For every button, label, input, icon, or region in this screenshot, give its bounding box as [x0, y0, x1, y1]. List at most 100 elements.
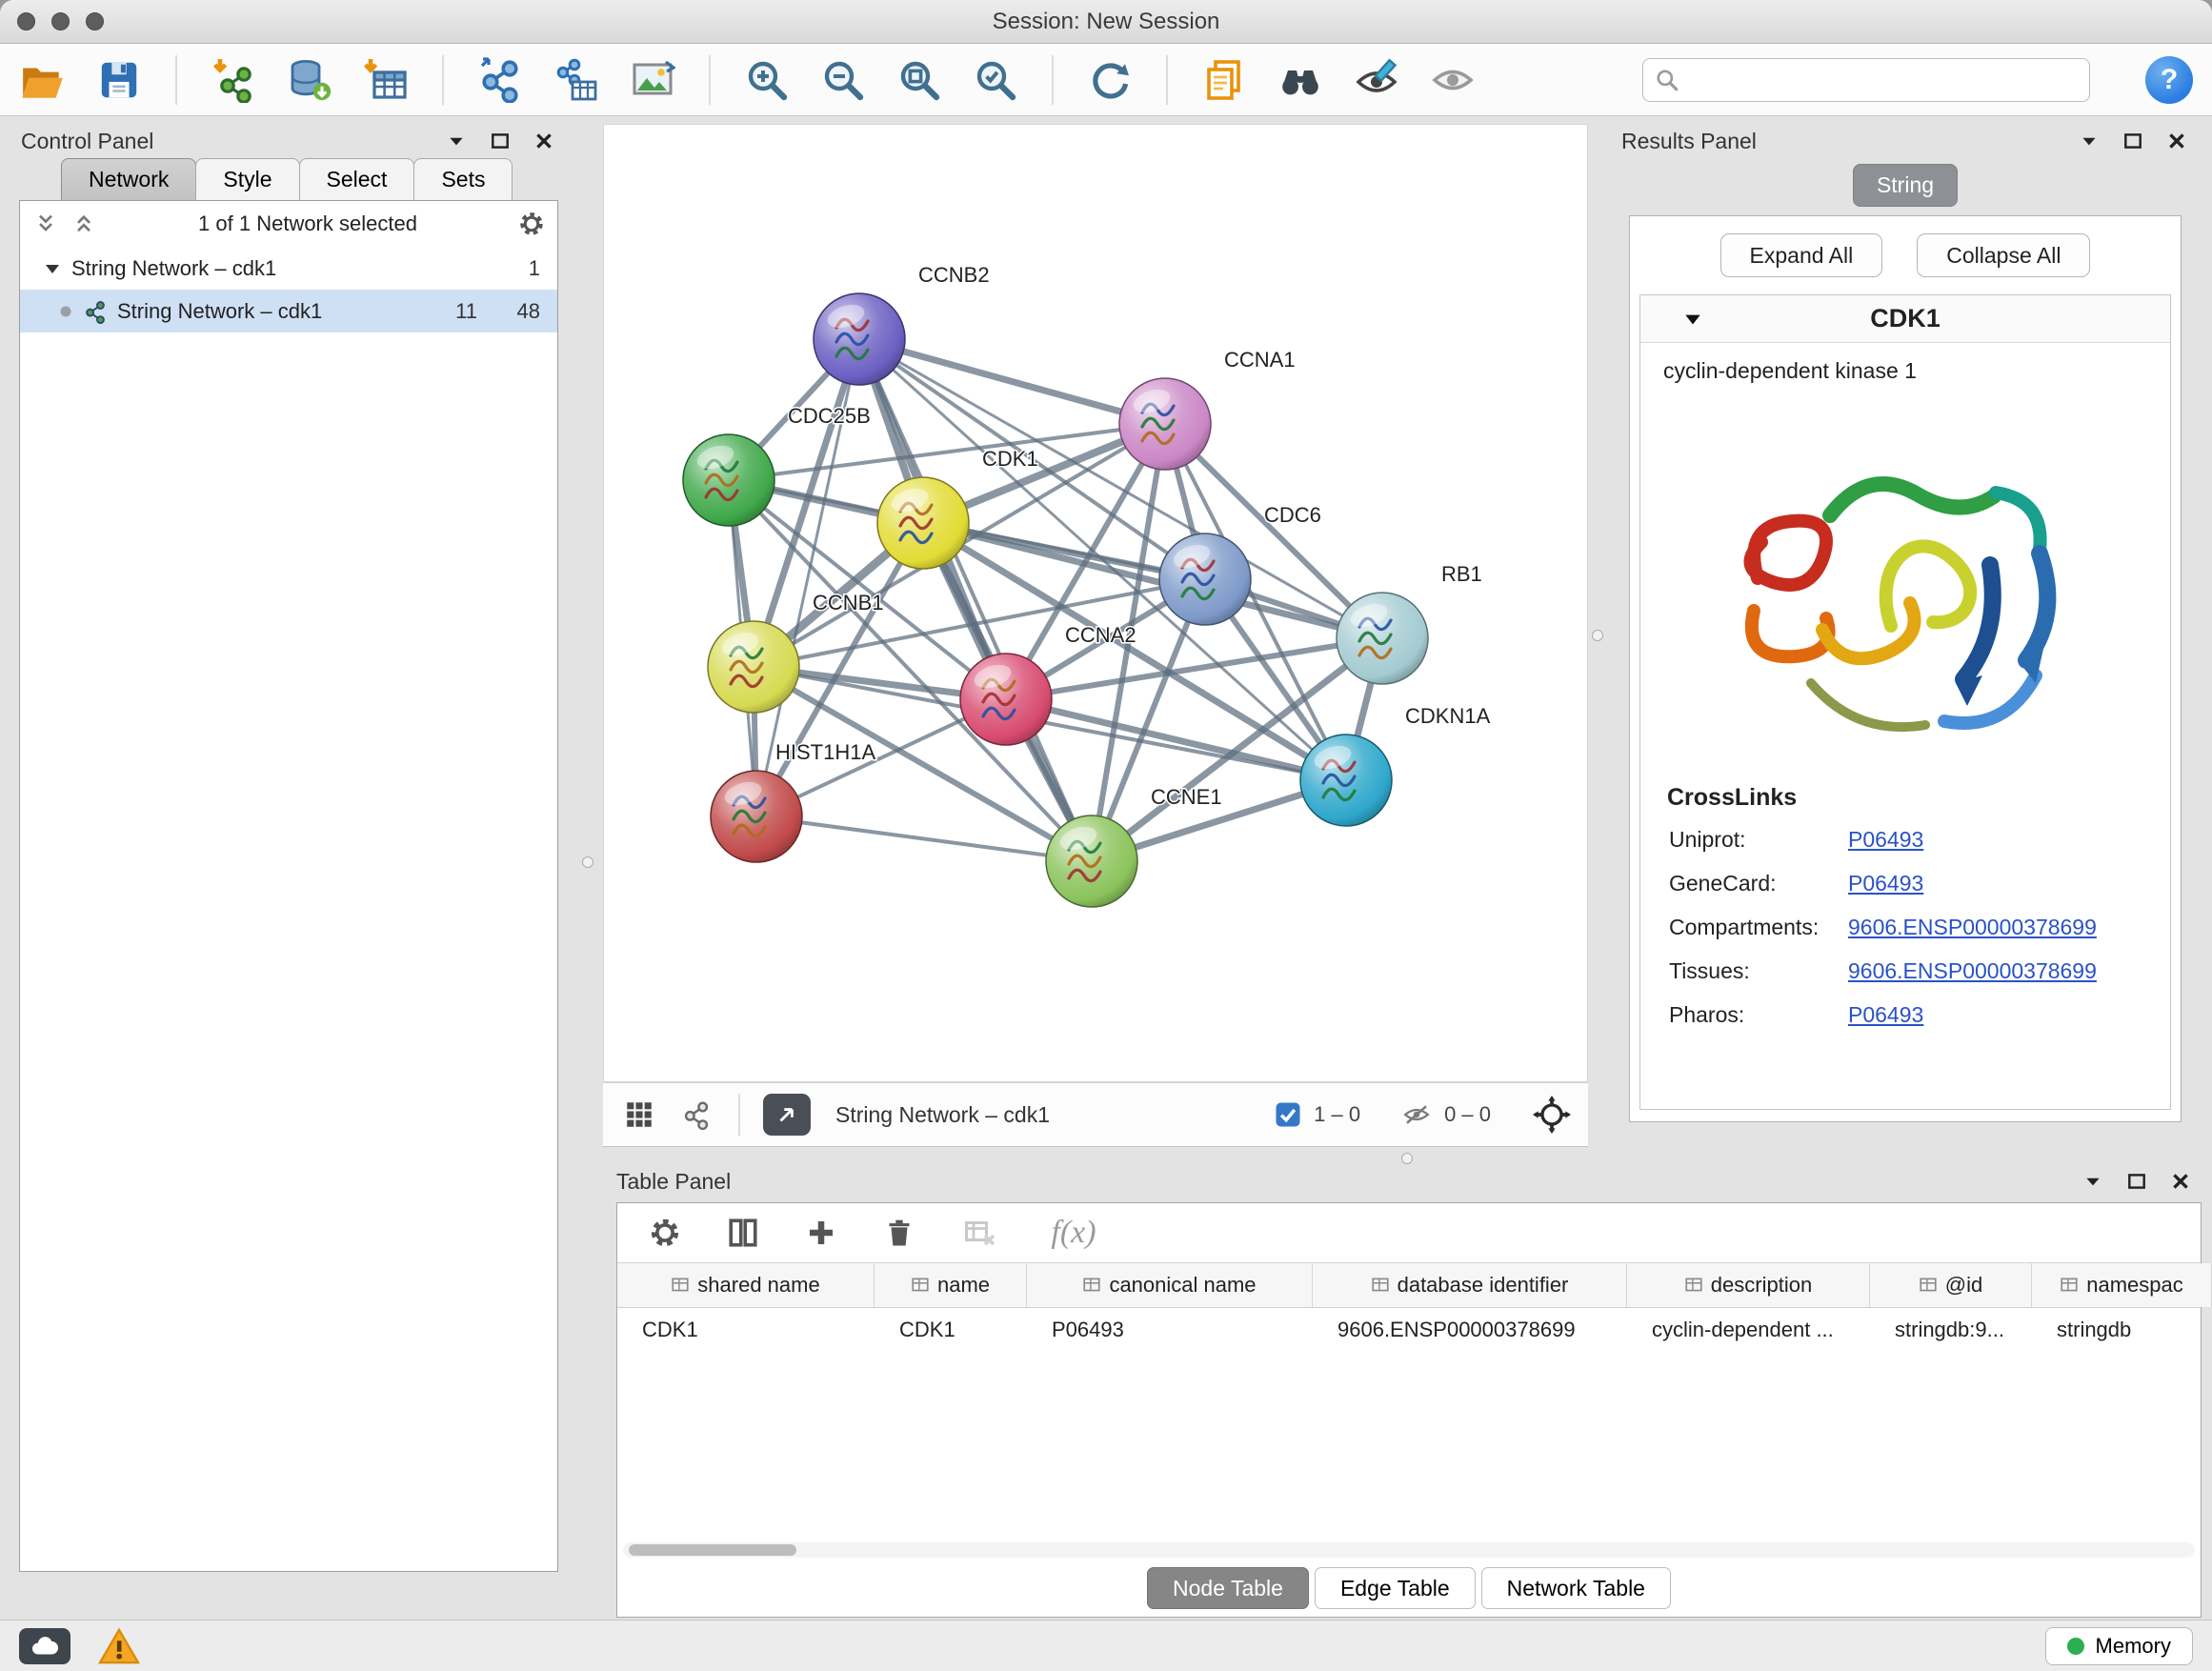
table-cell[interactable]: CDK1	[875, 1308, 1027, 1352]
table-cell[interactable]: P06493	[1027, 1308, 1313, 1352]
crosshair-move-icon[interactable]	[1533, 1096, 1571, 1134]
collapse-all-networks-button[interactable]	[71, 211, 96, 236]
node-label: CDC25B	[788, 404, 871, 428]
close-panel-button[interactable]	[2168, 1169, 2193, 1194]
table-row[interactable]: CDK1CDK1P064939606.ENSP00000378699cyclin…	[617, 1308, 2201, 1352]
close-panel-button[interactable]	[532, 129, 556, 153]
crosslink-link[interactable]: 9606.ENSP00000378699	[1848, 915, 2097, 940]
tab-string[interactable]: String	[1853, 164, 1958, 207]
splitter-handle[interactable]	[582, 856, 593, 868]
show-columns-button[interactable]	[724, 1214, 762, 1252]
network-canvas[interactable]: CCNB2CCNA1CDC25BCDK1CDC6RB1CCNB1CCNA2CDK…	[603, 124, 1588, 1082]
column-header-description[interactable]: description	[1627, 1263, 1870, 1307]
network-node-rb1[interactable]	[1337, 593, 1428, 684]
network-node-ccna1[interactable]	[1119, 378, 1211, 470]
apply-layout-button[interactable]	[1086, 56, 1134, 104]
zoom-fit-button[interactable]	[895, 56, 943, 104]
table-options-button[interactable]	[646, 1214, 684, 1252]
network-node-cdk1[interactable]	[877, 477, 969, 569]
tab-select[interactable]: Select	[299, 158, 415, 200]
tab-network[interactable]: Network	[61, 158, 196, 200]
import-network-from-file-button[interactable]	[210, 56, 257, 104]
column-header-database-identifier[interactable]: database identifier	[1313, 1263, 1627, 1307]
expand-all-networks-button[interactable]	[33, 211, 58, 236]
tab-sets[interactable]: Sets	[413, 158, 513, 200]
delete-column-button[interactable]	[880, 1214, 918, 1252]
crosslink-row: Uniprot:P06493	[1640, 817, 2170, 861]
memory-button[interactable]: Memory	[2045, 1627, 2193, 1665]
network-row[interactable]: String Network – cdk1 11 48	[20, 290, 557, 332]
collapse-panel-button[interactable]	[444, 129, 469, 153]
network-options-button[interactable]	[519, 211, 544, 236]
network-node-ccne1[interactable]	[1046, 815, 1137, 907]
section-expander-triangle-icon[interactable]	[1682, 309, 1703, 330]
import-network-from-database-button[interactable]	[286, 56, 333, 104]
collapse-panel-button[interactable]	[2077, 129, 2101, 153]
network-node-cdkn1a[interactable]	[1300, 735, 1392, 826]
zoom-in-button[interactable]	[743, 56, 791, 104]
table-cell[interactable]: CDK1	[617, 1308, 875, 1352]
expand-all-button[interactable]: Expand All	[1720, 233, 1883, 277]
hide-annotations-button[interactable]	[1353, 56, 1400, 104]
network-edge[interactable]	[756, 816, 1092, 861]
column-header--id[interactable]: @id	[1870, 1263, 2032, 1307]
open-session-button[interactable]	[19, 56, 67, 104]
float-panel-button[interactable]	[2124, 1169, 2149, 1194]
horizontal-scrollbar[interactable]	[623, 1542, 2195, 1558]
function-builder-button[interactable]: f(x)	[1040, 1212, 1107, 1254]
create-column-button[interactable]	[802, 1214, 840, 1252]
tab-node-table[interactable]: Node Table	[1147, 1567, 1309, 1609]
network-overview-button[interactable]	[677, 1096, 715, 1134]
table-cell[interactable]: cyclin-dependent ...	[1627, 1308, 1870, 1352]
collapse-all-button[interactable]: Collapse All	[1917, 233, 2090, 277]
selected-checkbox-icon[interactable]	[1274, 1100, 1302, 1129]
cloud-status-button[interactable]	[19, 1628, 70, 1664]
export-image-button[interactable]	[629, 56, 676, 104]
save-session-button[interactable]	[95, 56, 143, 104]
expander-triangle-icon[interactable]	[43, 259, 62, 278]
hidden-eye-icon[interactable]	[1400, 1100, 1433, 1129]
splitter-handle[interactable]	[1592, 630, 1603, 641]
birdseye-view-button[interactable]	[620, 1096, 658, 1134]
zoom-out-button[interactable]	[819, 56, 867, 104]
zoom-selected-button[interactable]	[972, 56, 1019, 104]
table-cell[interactable]: stringdb:9...	[1870, 1308, 2032, 1352]
splitter-handle[interactable]	[1401, 1153, 1413, 1164]
tab-edge-table[interactable]: Edge Table	[1315, 1567, 1476, 1609]
import-table-button[interactable]	[362, 56, 410, 104]
column-header-name[interactable]: name	[875, 1263, 1027, 1307]
float-panel-button[interactable]	[2121, 129, 2145, 153]
clone-network-button[interactable]	[476, 56, 524, 104]
help-button[interactable]: ?	[2145, 56, 2193, 104]
network-collection-row[interactable]: String Network – cdk1 1	[20, 247, 557, 290]
network-node-cdc25b[interactable]	[683, 434, 774, 526]
network-node-cdc6[interactable]	[1159, 534, 1251, 625]
search-network-button[interactable]	[1277, 56, 1324, 104]
crosslink-link[interactable]: 9606.ENSP00000378699	[1848, 958, 2097, 984]
tab-network-table[interactable]: Network Table	[1481, 1567, 1671, 1609]
network-node-ccna2[interactable]	[960, 654, 1052, 745]
column-header-shared-name[interactable]: shared name	[617, 1263, 875, 1307]
search-input[interactable]	[1687, 68, 2078, 92]
network-node-hist1h1a[interactable]	[711, 771, 802, 862]
export-network-view-button[interactable]	[763, 1094, 811, 1136]
crosslink-link[interactable]: P06493	[1848, 1002, 1923, 1028]
float-panel-button[interactable]	[488, 129, 513, 153]
tab-style[interactable]: Style	[195, 158, 299, 200]
crosslink-link[interactable]: P06493	[1848, 871, 1923, 896]
scrollbar-thumb[interactable]	[629, 1544, 796, 1556]
close-panel-button[interactable]	[2164, 129, 2189, 153]
crosslink-link[interactable]: P06493	[1848, 827, 1923, 853]
table-cell[interactable]: 9606.ENSP00000378699	[1313, 1308, 1627, 1352]
network-node-ccnb2[interactable]	[814, 293, 905, 385]
show-annotations-button[interactable]	[1429, 56, 1477, 104]
toolbar-search-box[interactable]	[1642, 58, 2090, 102]
column-header-namespac[interactable]: namespac	[2032, 1263, 2212, 1307]
collapse-panel-button[interactable]	[2081, 1169, 2105, 1194]
network-and-table-button[interactable]	[553, 56, 600, 104]
network-node-ccnb1[interactable]	[708, 621, 799, 713]
table-cell[interactable]: stringdb	[2032, 1308, 2212, 1352]
column-header-canonical-name[interactable]: canonical name	[1027, 1263, 1313, 1307]
warnings-button[interactable]	[97, 1626, 141, 1666]
copy-documents-button[interactable]	[1200, 56, 1248, 104]
